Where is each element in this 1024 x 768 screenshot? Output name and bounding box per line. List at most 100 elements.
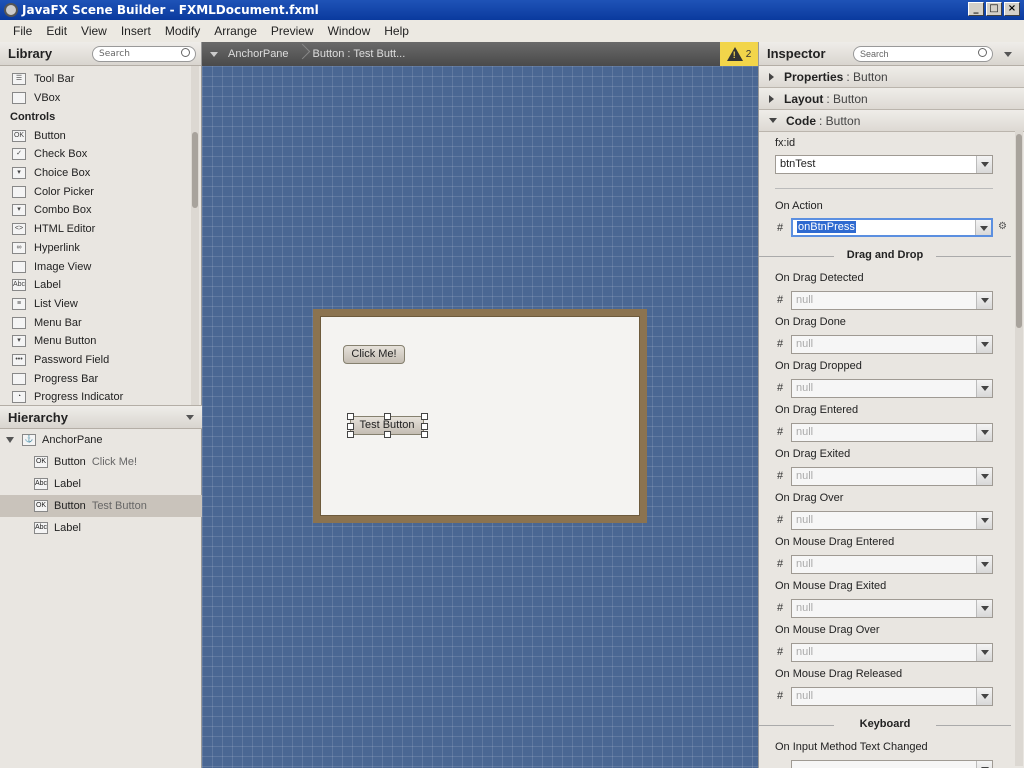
on-mouse-drag-exited-field[interactable]: null <box>791 599 993 618</box>
on-drag-done-field[interactable]: null <box>791 335 993 354</box>
on-input-method-text-changed-field[interactable] <box>791 760 993 768</box>
library-item-tool-bar[interactable]: ☰ Tool Bar <box>0 70 190 89</box>
menu-edit[interactable]: Edit <box>39 24 74 38</box>
breadcrumb-menu-icon[interactable] <box>210 51 218 57</box>
chevron-down-icon[interactable] <box>976 380 992 397</box>
chevron-down-icon[interactable] <box>976 292 992 309</box>
menu-view[interactable]: View <box>74 24 114 38</box>
chevron-down-icon[interactable] <box>976 424 992 441</box>
section-layout[interactable]: Layout : Button <box>759 88 1024 110</box>
library-item-vbox[interactable]: VBox <box>0 89 190 108</box>
library-item-check-box[interactable]: ✓ Check Box <box>0 145 190 164</box>
menu-help[interactable]: Help <box>377 24 416 38</box>
anchorpane[interactable]: Click Me! Test Button <box>320 316 640 516</box>
chevron-down-icon[interactable] <box>976 468 992 485</box>
combobox-icon: ▾ <box>12 204 26 217</box>
maximize-button[interactable]: □ <box>986 2 1002 16</box>
expand-toggle-icon[interactable] <box>6 437 14 443</box>
chevron-down-icon[interactable] <box>975 220 991 235</box>
library-scrollbar-thumb[interactable] <box>192 132 198 208</box>
hierarchy-title: Hierarchy <box>8 409 68 425</box>
inspector-header: Inspector Search <box>759 42 1024 66</box>
library-item-html-editor[interactable]: <> HTML Editor <box>0 220 190 239</box>
menu-insert[interactable]: Insert <box>114 24 158 38</box>
library-item-color-picker[interactable]: Color Picker <box>0 182 190 201</box>
library-item-label: Button <box>34 129 66 142</box>
library-item-menu-button[interactable]: ▾ Menu Button <box>0 332 190 351</box>
hierarchy-row-label[interactable]: Abc Label <box>0 473 202 495</box>
library-header: Library Search <box>0 42 201 66</box>
on-drag-done-label: On Drag Done <box>775 316 846 328</box>
hierarchy-root-label: AnchorPane <box>42 434 103 446</box>
warnings-button[interactable]: ! 2 <box>720 42 758 66</box>
library-category-controls[interactable]: Controls <box>0 107 190 126</box>
chevron-down-icon[interactable] <box>976 512 992 529</box>
section-properties[interactable]: Properties : Button <box>759 66 1024 88</box>
library-item-image-view[interactable]: Image View <box>0 257 190 276</box>
resize-handle-ne[interactable] <box>421 413 428 420</box>
chevron-down-icon[interactable] <box>976 336 992 353</box>
menu-window[interactable]: Window <box>321 24 378 38</box>
on-action-field[interactable]: onBtnPress <box>791 218 993 237</box>
library-scrollbar[interactable] <box>191 66 199 405</box>
inspector-search-input[interactable]: Search <box>853 46 993 62</box>
library-item-hyperlink[interactable]: ∞ Hyperlink <box>0 239 190 258</box>
breadcrumb-item-anchorpane[interactable]: AnchorPane <box>228 48 289 60</box>
chevron-down-icon[interactable] <box>976 556 992 573</box>
chevron-down-icon[interactable] <box>976 644 992 661</box>
on-drag-exited-field[interactable]: null <box>791 467 993 486</box>
on-mouse-drag-over-field[interactable]: null <box>791 643 993 662</box>
search-icon <box>978 48 987 57</box>
hierarchy-row-button[interactable]: OK Button Click Me! <box>0 451 202 473</box>
menu-modify[interactable]: Modify <box>158 24 207 38</box>
hierarchy-root-row[interactable]: ⚓ AnchorPane <box>0 429 202 451</box>
chevron-down-icon[interactable] <box>976 156 992 173</box>
on-drag-exited-hash: # <box>777 470 784 482</box>
resize-handle-sw[interactable] <box>347 431 354 438</box>
inspector-menu-icon[interactable] <box>1004 52 1012 57</box>
library-item-combo-box[interactable]: ▾ Combo Box <box>0 201 190 220</box>
library-item-choice-box[interactable]: ▾ Choice Box <box>0 164 190 183</box>
hierarchy-menu-icon[interactable] <box>186 415 194 420</box>
on-drag-detected-field[interactable]: null <box>791 291 993 310</box>
menu-arrange[interactable]: Arrange <box>207 24 264 38</box>
library-item-list-view[interactable]: ≡ List View <box>0 295 190 314</box>
resize-handle-e[interactable] <box>421 423 428 430</box>
resize-handle-se[interactable] <box>421 431 428 438</box>
resize-handle-s[interactable] <box>384 431 391 438</box>
library-search-input[interactable]: Search <box>92 46 196 62</box>
on-drag-entered-field[interactable]: null <box>791 423 993 442</box>
on-mouse-drag-released-field[interactable]: null <box>791 687 993 706</box>
library-item-menu-bar[interactable]: Menu Bar <box>0 313 190 332</box>
library-item-progress-bar[interactable]: Progress Bar <box>0 369 190 388</box>
resize-handle-n[interactable] <box>384 413 391 420</box>
on-drag-dropped-value: null <box>796 382 814 394</box>
click-me-button[interactable]: Click Me! <box>343 345 405 364</box>
library-item-password-field[interactable]: ••• Password Field <box>0 351 190 370</box>
breadcrumb-item-button[interactable]: Button : Test Butt... <box>313 48 406 60</box>
anchorpane-frame[interactable]: Click Me! Test Button <box>313 309 647 523</box>
resize-handle-nw[interactable] <box>347 413 354 420</box>
minimize-button[interactable]: _ <box>968 2 984 16</box>
library-item-label[interactable]: Abc Label <box>0 276 190 295</box>
inspector-scrollbar[interactable] <box>1015 130 1023 766</box>
on-drag-dropped-field[interactable]: null <box>791 379 993 398</box>
on-mouse-drag-entered-field[interactable]: null <box>791 555 993 574</box>
chevron-down-icon[interactable] <box>976 688 992 705</box>
menu-preview[interactable]: Preview <box>264 24 321 38</box>
fxid-field[interactable]: btnTest <box>775 155 993 174</box>
library-item-button[interactable]: OK Button <box>0 126 190 145</box>
gear-icon[interactable]: ⚙ <box>998 221 1007 232</box>
inspector-scrollbar-thumb[interactable] <box>1016 134 1022 328</box>
chevron-down-icon[interactable] <box>976 600 992 617</box>
menu-file[interactable]: File <box>6 24 39 38</box>
hierarchy-row-label[interactable]: Abc Label <box>0 517 202 539</box>
hierarchy-row-button[interactable]: OK Button Test Button <box>0 495 202 517</box>
resize-handle-w[interactable] <box>347 423 354 430</box>
on-drag-over-field[interactable]: null <box>791 511 993 530</box>
section-code[interactable]: Code : Button <box>759 110 1024 132</box>
library-item-progress-indicator[interactable]: ◔ Progress Indicator <box>0 388 190 405</box>
chevron-down-icon[interactable] <box>976 761 992 768</box>
close-button[interactable]: × <box>1004 2 1020 16</box>
design-canvas[interactable]: Click Me! Test Button <box>202 66 758 768</box>
